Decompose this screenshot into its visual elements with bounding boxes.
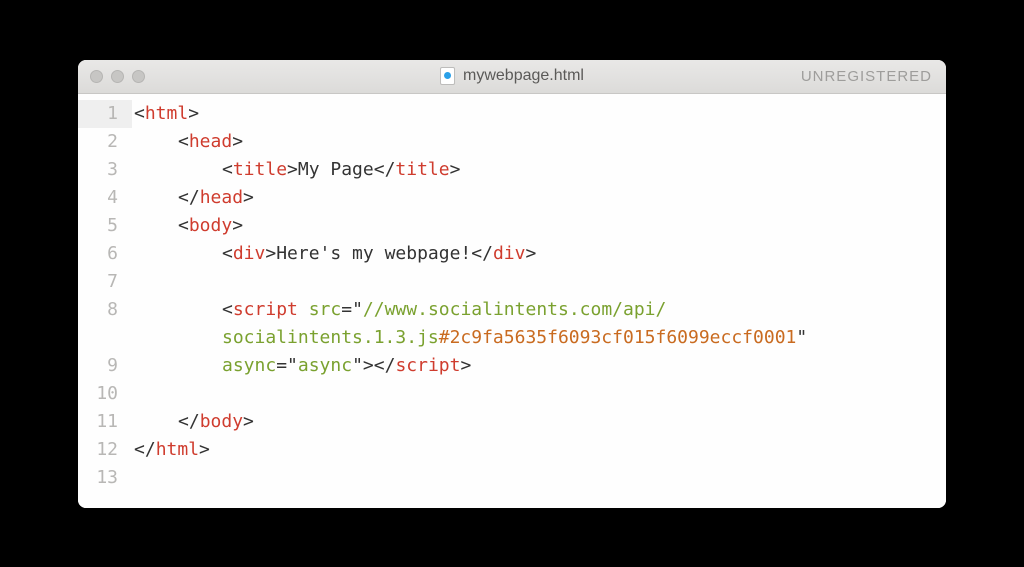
line-number: 1 [78,100,132,128]
code-line[interactable]: socialintents.1.3.js#2c9fa5635f6093cf015… [134,324,936,352]
editor-area[interactable]: 1 2 3 4 5 6 7 8 9 10 11 12 13 <html><hea… [78,94,946,508]
line-number: 4 [88,184,118,212]
code-line[interactable]: <script src="//www.socialintents.com/api… [134,296,936,324]
code-line[interactable]: <head> [134,128,936,156]
line-gutter: 1 2 3 4 5 6 7 8 9 10 11 12 13 [78,94,132,498]
line-number: 12 [88,436,118,464]
line-number: 7 [88,268,118,296]
code-line[interactable] [134,268,936,296]
zoom-icon[interactable] [132,70,145,83]
line-number: 9 [88,352,118,380]
code-line[interactable] [134,464,936,492]
code-area[interactable]: <html><head><title>My Page</title></head… [132,94,946,498]
minimize-icon[interactable] [111,70,124,83]
file-icon [440,67,455,85]
filename: mywebpage.html [463,67,584,85]
code-line[interactable]: <body> [134,212,936,240]
code-line[interactable]: <title>My Page</title> [134,156,936,184]
close-icon[interactable] [90,70,103,83]
line-number: 10 [88,380,118,408]
code-line[interactable]: <div>Here's my webpage!</div> [134,240,936,268]
code-line[interactable]: </html> [134,436,936,464]
line-number: 6 [88,240,118,268]
line-number: 11 [88,408,118,436]
code-line[interactable] [134,380,936,408]
code-line[interactable]: async="async"></script> [134,352,936,380]
code-line[interactable]: </head> [134,184,936,212]
editor-window: mywebpage.html UNREGISTERED 1 2 3 4 5 6 … [78,60,946,508]
line-number: 13 [88,464,118,492]
titlebar[interactable]: mywebpage.html UNREGISTERED [78,60,946,94]
line-number: 3 [88,156,118,184]
code-line[interactable]: </body> [134,408,936,436]
line-number: 2 [88,128,118,156]
line-number: 5 [88,212,118,240]
line-number [88,324,118,352]
registration-status: UNREGISTERED [801,68,932,85]
window-controls [78,70,145,83]
line-number: 8 [88,296,118,324]
code-line[interactable]: <html> [134,100,936,128]
title-group: mywebpage.html [440,67,584,85]
